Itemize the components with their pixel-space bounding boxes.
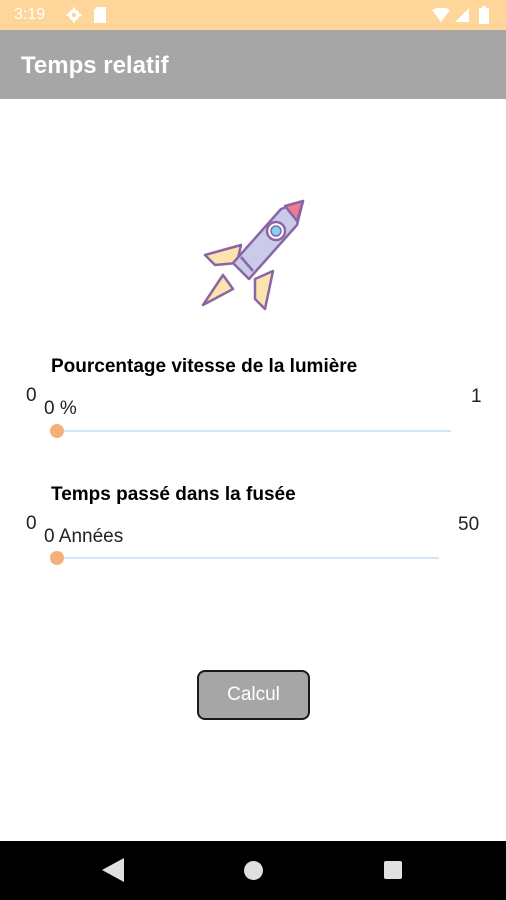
recent-apps-icon[interactable]: [384, 861, 402, 879]
speed-slider-track[interactable]: [52, 430, 451, 432]
status-bar: 3:19: [0, 0, 506, 30]
sd-card-icon: [94, 7, 106, 23]
time-min-label: 0: [26, 513, 37, 534]
speed-label: Pourcentage vitesse de la lumière: [51, 356, 358, 377]
settings-gear-icon: [66, 7, 82, 23]
time-value: 0 Années: [44, 526, 124, 547]
navigation-bar: [0, 841, 506, 900]
speed-min-label: 0: [26, 385, 37, 406]
signal-icon: [455, 8, 469, 22]
status-time: 3:19: [14, 6, 46, 23]
app-bar: Temps relatif: [0, 30, 506, 99]
time-slider-track[interactable]: [52, 557, 439, 559]
time-label: Temps passé dans la fusée: [51, 484, 296, 505]
speed-slider-thumb[interactable]: [50, 424, 64, 438]
rocket-icon: [201, 199, 305, 311]
calcul-button[interactable]: Calcul: [197, 670, 310, 720]
time-max-label: 50: [458, 514, 480, 535]
battery-icon: [479, 6, 489, 24]
back-icon[interactable]: [102, 858, 124, 882]
speed-max-label: 1: [471, 386, 482, 407]
speed-value: 0 %: [44, 398, 77, 419]
wifi-icon: [432, 8, 450, 22]
app-title: Temps relatif: [21, 52, 169, 79]
time-slider-thumb[interactable]: [50, 551, 64, 565]
home-icon[interactable]: [244, 861, 263, 880]
